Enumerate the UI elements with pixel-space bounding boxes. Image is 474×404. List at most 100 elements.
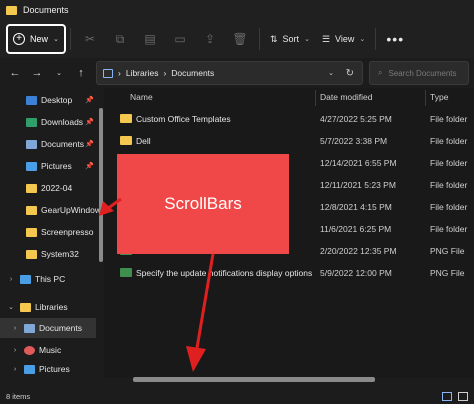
more-options-button[interactable]: ••• bbox=[380, 25, 410, 53]
column-divider[interactable] bbox=[425, 90, 426, 106]
file-type: File folder bbox=[430, 158, 468, 168]
recent-locations-button[interactable]: ⌄ bbox=[48, 61, 70, 85]
desktop-icon bbox=[26, 95, 37, 105]
cut-icon[interactable]: ✂ bbox=[75, 25, 105, 53]
view-icon: ☰ bbox=[321, 33, 331, 44]
breadcrumb-libraries[interactable]: Libraries bbox=[126, 68, 159, 78]
details-view-icon[interactable] bbox=[442, 392, 452, 401]
copy-icon[interactable]: ⧉ bbox=[105, 25, 135, 53]
sort-button[interactable]: ⇅ Sort ⌄ bbox=[264, 25, 316, 53]
column-date-modified[interactable]: Date modified bbox=[320, 92, 372, 102]
chevron-right-icon[interactable]: › bbox=[10, 347, 20, 354]
rename-icon[interactable]: ▭ bbox=[165, 25, 195, 53]
sidebar-item-label: Pictures bbox=[41, 161, 72, 171]
sidebar-item-2022-04[interactable]: 2022-04 bbox=[0, 178, 100, 198]
file-row[interactable]: Dell 5/7/2022 3:38 PM File folder bbox=[104, 131, 474, 151]
sidebar-item-label: GearUpWindow bbox=[41, 205, 101, 215]
sidebar-item-system32[interactable]: System32 bbox=[0, 244, 100, 264]
refresh-icon[interactable]: ↻ bbox=[346, 68, 354, 79]
sidebar-item-label: This PC bbox=[35, 274, 66, 284]
sidebar-item-lib-pictures[interactable]: › Pictures bbox=[0, 362, 100, 376]
sidebar-item-this-pc[interactable]: › This PC bbox=[0, 269, 100, 289]
file-row[interactable]: Specify the update notifications display… bbox=[104, 263, 474, 283]
sidebar-item-desktop[interactable]: Desktop 📌 bbox=[0, 90, 100, 110]
address-dropdown-icon[interactable]: ⌄ bbox=[328, 69, 334, 77]
sidebar-item-libraries[interactable]: ⌄ Libraries bbox=[0, 297, 100, 317]
chevron-down-icon: ⌄ bbox=[359, 36, 366, 43]
folder-icon bbox=[120, 114, 132, 123]
sidebar-item-music[interactable]: › Music bbox=[0, 340, 100, 360]
column-divider[interactable] bbox=[315, 90, 316, 106]
back-button[interactable]: ← bbox=[4, 61, 26, 85]
sidebar-item-label: Documents bbox=[41, 139, 84, 149]
chevron-down-icon: ⌄ bbox=[304, 36, 310, 43]
chevron-right-icon[interactable]: › bbox=[10, 366, 20, 373]
sidebar-item-label: Screenpresso bbox=[41, 227, 94, 237]
address-row: ← → ⌄ ↑ › Libraries › Documents ⌄ ↻ ⌕ Se… bbox=[0, 58, 474, 88]
search-placeholder: Search Documents bbox=[388, 68, 457, 78]
music-icon bbox=[24, 345, 35, 355]
sidebar-item-screenpresso[interactable]: Screenpresso bbox=[0, 222, 100, 242]
sidebar-item-label: System32 bbox=[41, 249, 79, 259]
navigation-pane: Desktop 📌 Downloads 📌 Documents 📌 Pictur… bbox=[0, 88, 101, 374]
file-date: 11/6/2021 6:25 PM bbox=[320, 224, 392, 234]
image-file-icon bbox=[120, 268, 132, 277]
pictures-icon bbox=[26, 161, 37, 171]
file-date: 2/20/2022 12:35 PM bbox=[320, 246, 397, 256]
pictures-icon bbox=[24, 364, 35, 374]
sidebar-item-label: Pictures bbox=[39, 364, 70, 374]
file-list-horizontal-scrollbar[interactable] bbox=[133, 377, 375, 382]
chevron-down-icon[interactable]: ⌄ bbox=[6, 303, 16, 311]
sidebar-item-documents[interactable]: Documents 📌 bbox=[0, 134, 100, 154]
new-button[interactable]: + New ⌄ bbox=[6, 24, 66, 54]
sidebar-item-label: Libraries bbox=[35, 302, 68, 312]
documents-icon bbox=[24, 323, 35, 333]
breadcrumb-documents[interactable]: Documents bbox=[171, 68, 214, 78]
column-type[interactable]: Type bbox=[430, 92, 448, 102]
chevron-right-icon[interactable]: › bbox=[10, 325, 20, 332]
folder-icon bbox=[26, 227, 37, 237]
search-box[interactable]: ⌕ Search Documents bbox=[369, 61, 469, 85]
folder-icon bbox=[26, 249, 37, 259]
view-button[interactable]: ☰ View ⌄ bbox=[316, 25, 371, 53]
downloads-icon bbox=[26, 117, 37, 127]
address-bar[interactable]: › Libraries › Documents ⌄ ↻ bbox=[96, 61, 363, 85]
sort-icon: ⇅ bbox=[270, 33, 278, 44]
sidebar-item-pictures[interactable]: Pictures 📌 bbox=[0, 156, 100, 176]
plus-icon: + bbox=[13, 33, 26, 45]
computer-icon bbox=[20, 274, 31, 284]
pin-icon: 📌 bbox=[85, 163, 94, 170]
view-label: View bbox=[335, 34, 355, 44]
sidebar-item-label: Music bbox=[39, 345, 62, 355]
pin-icon: 📌 bbox=[85, 141, 94, 148]
sidebar-item-downloads[interactable]: Downloads 📌 bbox=[0, 112, 100, 132]
divider bbox=[259, 28, 260, 50]
file-type: PNG File bbox=[430, 246, 465, 256]
navigation-pane-scrollbar[interactable] bbox=[99, 108, 103, 262]
column-header-row: Name Date modified Type bbox=[104, 88, 474, 108]
chevron-right-icon[interactable]: › bbox=[6, 276, 16, 283]
tiles-view-icon[interactable] bbox=[458, 392, 468, 401]
folder-icon bbox=[26, 183, 37, 193]
share-icon[interactable]: ⇪ bbox=[195, 25, 225, 53]
new-label: New bbox=[30, 34, 49, 44]
file-date: 4/27/2022 5:25 PM bbox=[320, 114, 392, 124]
sidebar-item-label: Desktop bbox=[41, 95, 73, 105]
breadcrumb-separator-icon: › bbox=[163, 68, 167, 78]
forward-button[interactable]: → bbox=[26, 61, 48, 85]
documents-icon bbox=[26, 139, 37, 149]
sidebar-item-label: Downloads bbox=[41, 117, 84, 127]
delete-icon[interactable]: 🗑 bbox=[225, 25, 255, 53]
search-icon: ⌕ bbox=[378, 68, 383, 77]
file-date: 12/11/2021 5:23 PM bbox=[320, 180, 396, 190]
paste-icon[interactable]: ▤ bbox=[135, 25, 165, 53]
column-name[interactable]: Name bbox=[130, 92, 153, 102]
chevron-down-icon: ⌄ bbox=[53, 36, 59, 43]
file-row[interactable]: Custom Office Templates 4/27/2022 5:25 P… bbox=[104, 109, 474, 129]
file-type: File folder bbox=[430, 114, 468, 124]
sidebar-item-lib-documents[interactable]: › Documents bbox=[0, 318, 96, 338]
up-button[interactable]: ↑ bbox=[70, 61, 92, 85]
sidebar-item-gearupwindow[interactable]: GearUpWindow bbox=[0, 200, 101, 220]
item-count: 8 items bbox=[6, 391, 31, 401]
pin-icon: 📌 bbox=[85, 119, 94, 126]
